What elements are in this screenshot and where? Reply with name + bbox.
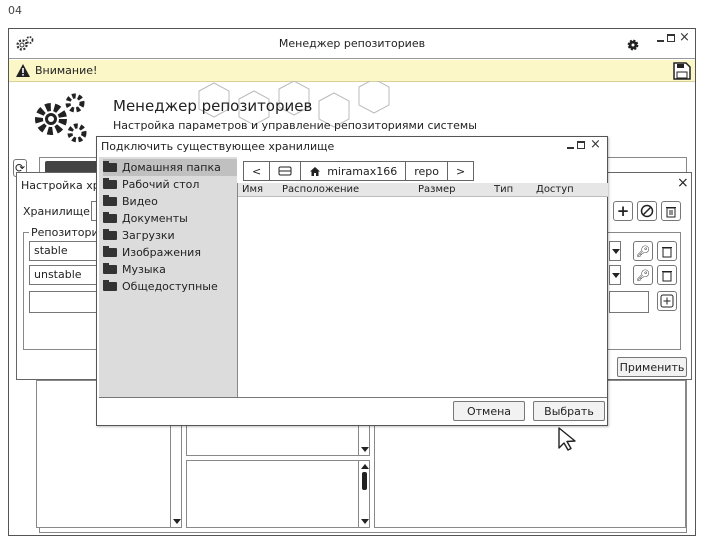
- close-icon[interactable]: ×: [679, 30, 690, 45]
- warning-text: Внимание!: [35, 64, 98, 77]
- repos-group-label: Репозитори: [29, 226, 101, 239]
- folder-icon: [103, 161, 117, 172]
- apply-button[interactable]: Применить: [617, 357, 687, 377]
- warning-bar: Внимание!: [9, 60, 695, 82]
- header-subtitle: Настройка параметров и управление репози…: [113, 119, 477, 132]
- back-button[interactable]: <: [243, 161, 271, 181]
- dialog-close-icon[interactable]: ×: [590, 137, 601, 152]
- places-sidebar: Домашняя папка Рабочий стол Видео Докуме…: [99, 157, 237, 397]
- folder-icon: [103, 280, 117, 291]
- delete-storage-button[interactable]: [661, 201, 681, 221]
- forward-button[interactable]: >: [446, 161, 475, 181]
- add-box-icon: [660, 294, 674, 308]
- trash-icon: [666, 206, 676, 217]
- drive-icon: [278, 166, 292, 176]
- warning-icon: [16, 64, 30, 77]
- repo-delete-button-unstable[interactable]: [657, 265, 677, 285]
- settings-gear-icon[interactable]: [627, 39, 639, 51]
- save-icon[interactable]: [673, 62, 691, 80]
- folder-icon: [103, 178, 117, 189]
- minimize-icon[interactable]: [657, 40, 664, 42]
- sidebar-item-documents[interactable]: Документы: [103, 210, 188, 227]
- key-icon: 🔑︎: [636, 244, 650, 258]
- connect-storage-dialog: Подключить существующее хранилище × Дома…: [96, 136, 608, 426]
- plus-icon: +: [616, 202, 630, 220]
- key-icon: 🔑︎: [636, 268, 650, 282]
- dialog-minimize-icon[interactable]: [567, 147, 574, 149]
- sidebar-item-pictures[interactable]: Изображения: [103, 244, 201, 261]
- column-size[interactable]: Размер: [418, 184, 456, 195]
- column-location[interactable]: Расположение: [282, 184, 359, 195]
- home-icon: [310, 166, 321, 176]
- folder-icon: [103, 195, 117, 206]
- dialog-separator: [99, 397, 607, 398]
- bg-scrollbar-mid-bottom[interactable]: [358, 460, 370, 528]
- repo-dropdown-stable[interactable]: [609, 241, 621, 261]
- title-bar: Менеджер репозиториев ×: [9, 29, 695, 59]
- drive-button[interactable]: [269, 161, 302, 181]
- repo-delete-button-stable[interactable]: [657, 241, 677, 261]
- select-button[interactable]: Выбрать: [533, 401, 605, 421]
- cancel-icon: [640, 204, 654, 218]
- folder-icon: [103, 212, 117, 223]
- sidebar-item-desktop[interactable]: Рабочий стол: [103, 176, 199, 193]
- sidebar-item-public[interactable]: Общедоступные: [103, 278, 218, 295]
- repo-add-button[interactable]: [657, 291, 677, 311]
- repo-key-button-unstable[interactable]: 🔑︎: [633, 265, 653, 285]
- connect-dialog-title: Подключить существующее хранилище: [101, 140, 335, 153]
- cancel-storage-button[interactable]: [637, 201, 657, 221]
- column-name[interactable]: Имя: [242, 184, 263, 195]
- sidebar-item-downloads[interactable]: Загрузки: [103, 227, 175, 244]
- folder-icon: [103, 229, 117, 240]
- window-title: Менеджер репозиториев: [278, 37, 426, 50]
- cursor-icon: [558, 427, 576, 451]
- header-gears-icon: [35, 93, 87, 143]
- repo-dropdown-unstable[interactable]: [609, 265, 621, 285]
- trash-icon: [662, 270, 672, 281]
- repo-new-field-tail[interactable]: [609, 291, 649, 313]
- storage-label: Хранилище:: [23, 205, 94, 218]
- path-breadcrumb: < miramax166 repo >: [243, 161, 475, 181]
- column-type[interactable]: Тип: [494, 184, 513, 195]
- folder-icon: [103, 246, 117, 257]
- frame-number: 04: [8, 4, 22, 17]
- sidebar-item-home[interactable]: Домашняя папка: [103, 159, 237, 176]
- dialog-maximize-icon[interactable]: [577, 141, 585, 149]
- bg-list-middle-bottom: [186, 460, 370, 528]
- sidebar-item-video[interactable]: Видео: [103, 193, 158, 210]
- folder-icon: [103, 263, 117, 274]
- sidebar-item-music[interactable]: Музыка: [103, 261, 166, 278]
- file-list[interactable]: Имя Расположение Размер Тип Доступ: [237, 183, 608, 397]
- trash-icon: [662, 246, 672, 257]
- add-storage-button[interactable]: +: [613, 201, 633, 221]
- repo-key-button-stable[interactable]: 🔑︎: [633, 241, 653, 261]
- cancel-button[interactable]: Отмена: [453, 401, 525, 421]
- header-title: Менеджер репозиториев: [113, 97, 313, 115]
- settings-close-icon[interactable]: ×: [677, 175, 689, 191]
- maximize-icon[interactable]: [667, 34, 675, 42]
- settings-dialog-title: Настройка хра: [21, 179, 107, 192]
- user-crumb[interactable]: miramax166: [300, 161, 407, 181]
- column-access[interactable]: Доступ: [536, 184, 574, 195]
- file-list-header: Имя Расположение Размер Тип Доступ: [238, 183, 608, 197]
- repo-crumb[interactable]: repo: [405, 161, 448, 181]
